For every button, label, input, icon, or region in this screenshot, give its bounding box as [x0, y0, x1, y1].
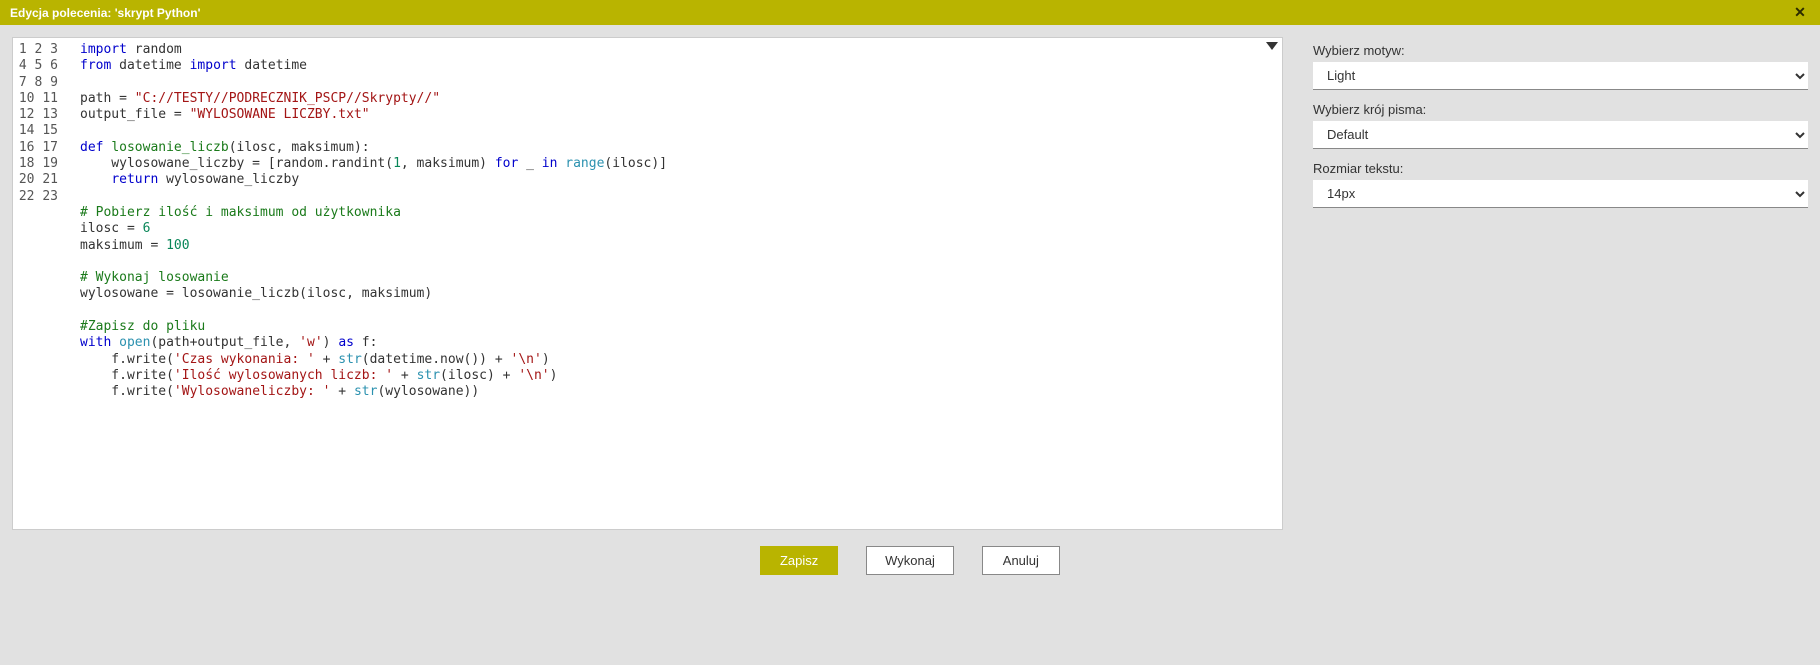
- font-label: Wybierz krój pisma:: [1313, 102, 1808, 117]
- window-title: Edycja polecenia: 'skrypt Python': [10, 6, 200, 20]
- theme-select[interactable]: Light: [1313, 62, 1808, 90]
- run-button[interactable]: Wykonaj: [866, 546, 954, 575]
- font-select[interactable]: Default: [1313, 121, 1808, 149]
- theme-label: Wybierz motyw:: [1313, 43, 1808, 58]
- titlebar: Edycja polecenia: 'skrypt Python' ✕: [0, 0, 1820, 25]
- line-gutter: 1 2 3 4 5 6 7 8 9 10 11 12 13 14 15 16 1…: [13, 38, 68, 529]
- workspace: 1 2 3 4 5 6 7 8 9 10 11 12 13 14 15 16 1…: [0, 25, 1820, 530]
- size-label: Rozmiar tekstu:: [1313, 161, 1808, 176]
- footer: Zapisz Wykonaj Anuluj: [0, 530, 1820, 590]
- close-icon[interactable]: ✕: [1780, 0, 1820, 25]
- fold-toggle-icon[interactable]: [1266, 42, 1278, 50]
- settings-panel: Wybierz motyw: Light Wybierz krój pisma:…: [1313, 37, 1808, 530]
- code-area[interactable]: import random from datetime import datet…: [68, 38, 1282, 529]
- cancel-button[interactable]: Anuluj: [982, 546, 1060, 575]
- save-button[interactable]: Zapisz: [760, 546, 838, 575]
- size-select[interactable]: 14px: [1313, 180, 1808, 208]
- code-editor[interactable]: 1 2 3 4 5 6 7 8 9 10 11 12 13 14 15 16 1…: [12, 37, 1283, 530]
